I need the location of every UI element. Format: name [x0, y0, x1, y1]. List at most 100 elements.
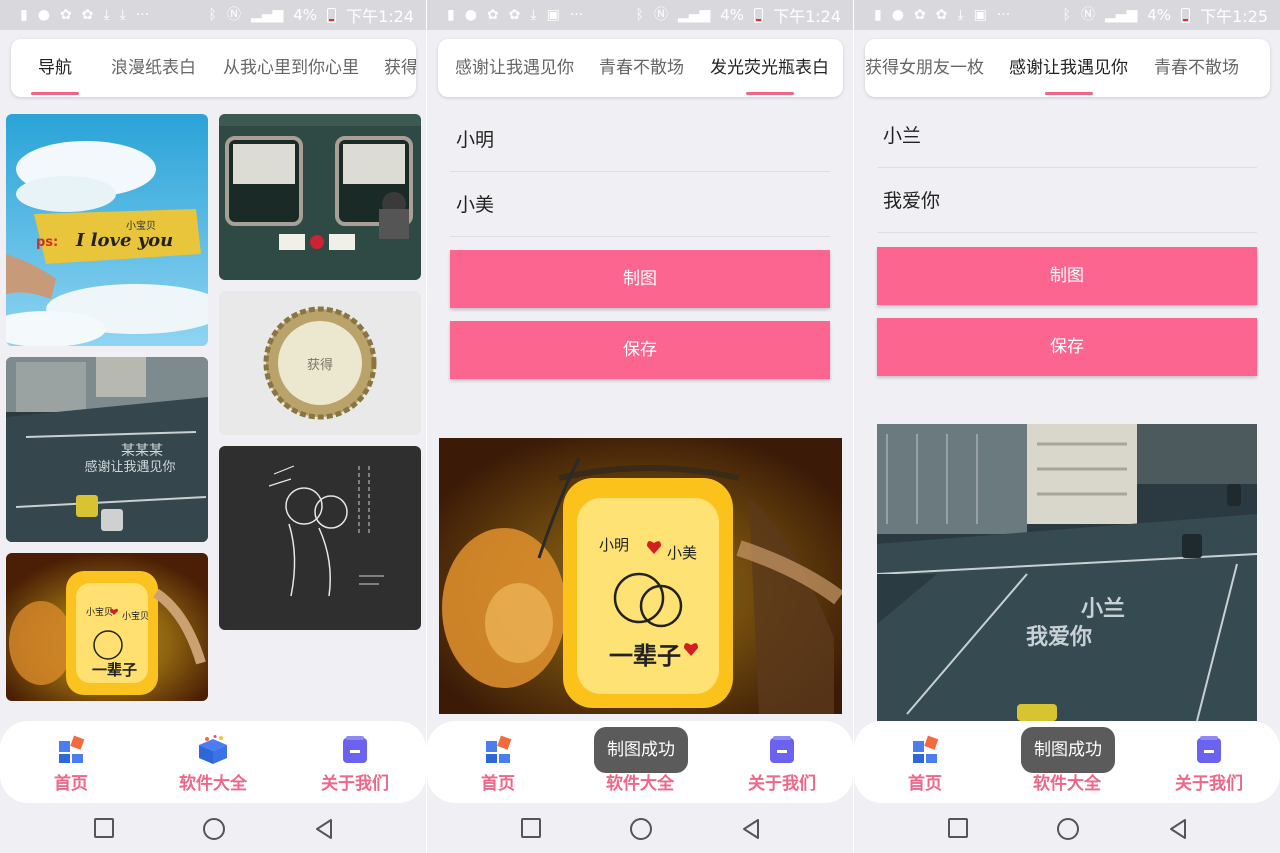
glow-jar-image[interactable]: 小宝贝 小宝贝 一辈子 [6, 553, 208, 701]
love-note-text: I love you [75, 230, 173, 251]
tab-indicator [1044, 92, 1093, 95]
bottle-cap-text: 获得 [307, 357, 333, 373]
tab-glow-jar[interactable]: 发光荧光瓶表白 [710, 39, 829, 97]
bluetooth-icon: ᛒ [208, 7, 217, 23]
back-icon[interactable] [313, 818, 335, 844]
nav-software[interactable]: 软件大全 [163, 735, 263, 794]
street-crossing-image[interactable]: 某某某 感谢让我遇见你 [6, 357, 208, 542]
app-icon: ✿ [935, 7, 948, 23]
back-icon[interactable] [1167, 818, 1189, 844]
toast-message: 制图成功 [1021, 727, 1115, 773]
name2-field[interactable]: 小美 [450, 173, 830, 237]
jar-name1-text: 小宝贝 [86, 606, 113, 618]
download-icon: ⤓ [957, 7, 964, 23]
system-icons: ᛒ Ⓝ ▂▄▆ 4% 下午1:24 [636, 3, 841, 27]
name-field[interactable]: 小兰 [877, 104, 1257, 168]
tab-label: 青春不散场 [1154, 58, 1239, 78]
preview-image: 小兰 我爱你 [877, 424, 1257, 721]
save-button[interactable]: 保存 [450, 321, 830, 379]
tab-label: 发光荧光瓶表白 [710, 58, 829, 78]
tab-get[interactable]: 获得 [384, 39, 416, 97]
image-icon: ▣ [546, 7, 560, 23]
preview-line2: 我爱你 [1026, 625, 1092, 650]
screen-glow-jar: ▮ ● ✿ ✿ ⤓ ▣ ··· ᛒ Ⓝ ▂▄▆ 4% 下午1:24 感谢让我遇见… [427, 0, 853, 853]
about-box-icon [343, 736, 367, 763]
battery-icon [1181, 7, 1191, 23]
recent-apps-icon[interactable] [948, 818, 968, 838]
signal-icon: ▂▄▆ [677, 7, 711, 23]
tab-youth-never-ends[interactable]: 青春不散场 [599, 39, 684, 97]
clock: 下午1:24 [346, 7, 414, 26]
preview-line1: 小兰 [1081, 596, 1125, 622]
notification-icons: ▮ ● ✿ ✿ ⤓ ▣ ··· [874, 8, 1010, 22]
download-icon: ⤓ [119, 7, 126, 23]
toast-message: 制图成功 [594, 727, 688, 773]
bottle-cap-image[interactable]: 获得 [219, 291, 421, 435]
chalkboard-couple-image[interactable] [219, 446, 421, 630]
love-note-sky-image[interactable]: ps: I love you 小宝贝 [6, 114, 208, 346]
name2-value: 小美 [456, 194, 495, 216]
battery-icon [327, 7, 337, 23]
nav-home[interactable]: 首页 [21, 735, 121, 794]
nav-home-label: 首页 [908, 774, 942, 794]
app-icon: ✿ [486, 7, 499, 23]
tab-bar: 感谢让我遇见你 青春不散场 发光荧光瓶表白 [438, 39, 843, 97]
tab-bar: 获得女朋友一枚 感谢让我遇见你 青春不散场 [865, 39, 1270, 97]
message-field[interactable]: 我爱你 [877, 169, 1257, 233]
alert-icon: ▮ [874, 7, 882, 23]
recent-apps-icon[interactable] [94, 818, 114, 838]
draw-button[interactable]: 制图 [450, 250, 830, 308]
name1-value: 小明 [456, 129, 495, 151]
nav-software-label: 软件大全 [179, 774, 247, 794]
nav-home[interactable]: 首页 [875, 735, 975, 794]
train-window-image[interactable] [219, 114, 421, 280]
alert-icon: ▮ [447, 7, 455, 23]
tab-get-girlfriend[interactable]: 获得女朋友一枚 [865, 39, 984, 97]
tab-bar: 导航 浪漫纸表白 从我心里到你心里 获得 [11, 39, 416, 97]
save-button[interactable]: 保存 [877, 318, 1257, 376]
street-name-text: 某某某 [121, 443, 163, 459]
system-nav-bar [0, 803, 426, 853]
notification-icons: ▮ ● ✿ ✿ ⤓ ⤓ ··· [20, 8, 149, 22]
home-circle-icon[interactable] [1057, 818, 1079, 840]
alert-icon: ▮ [20, 7, 28, 23]
love-note-prefix: ps: [36, 235, 58, 250]
preview-image: 小明 小美 一辈子 [439, 438, 842, 714]
tab-heart-to-heart[interactable]: 从我心里到你心里 [223, 39, 359, 97]
tab-youth-never-ends[interactable]: 青春不散场 [1154, 39, 1239, 97]
name1-field[interactable]: 小明 [450, 108, 830, 172]
recent-apps-icon[interactable] [521, 818, 541, 838]
jar-name2-text: 小宝贝 [122, 610, 149, 622]
home-grid-icon [913, 735, 939, 763]
preview-name2: 小美 [667, 544, 697, 562]
tab-thanks-meeting-you[interactable]: 感谢让我遇见你 [455, 39, 574, 97]
nav-home[interactable]: 首页 [448, 735, 548, 794]
tab-romantic-paper[interactable]: 浪漫纸表白 [111, 39, 196, 97]
system-nav-bar [854, 803, 1280, 853]
signal-icon: ▂▄▆ [250, 7, 284, 23]
nav-about-label: 关于我们 [1175, 774, 1243, 794]
app-icon: ✿ [508, 7, 521, 23]
nav-about[interactable]: 关于我们 [732, 735, 832, 794]
nav-about[interactable]: 关于我们 [305, 735, 405, 794]
home-circle-icon[interactable] [203, 818, 225, 840]
nav-about-label: 关于我们 [748, 774, 816, 794]
qq-icon: ● [464, 7, 477, 23]
tab-navigation[interactable]: 导航 [31, 39, 79, 97]
home-circle-icon[interactable] [630, 818, 652, 840]
preview-name1: 小明 [599, 536, 629, 554]
back-icon[interactable] [740, 818, 762, 844]
more-icon: ··· [135, 7, 150, 23]
tab-label: 青春不散场 [599, 58, 684, 78]
tab-label: 浪漫纸表白 [111, 58, 196, 78]
clock: 下午1:24 [773, 7, 841, 26]
nav-home-label: 首页 [54, 774, 88, 794]
love-note-name: 小宝贝 [126, 219, 156, 232]
download-icon: ⤓ [103, 7, 110, 23]
draw-button[interactable]: 制图 [877, 247, 1257, 305]
tab-label: 从我心里到你心里 [223, 58, 359, 78]
nav-about[interactable]: 关于我们 [1159, 735, 1259, 794]
system-icons: ᛒ Ⓝ ▂▄▆ 4% 下午1:25 [1063, 3, 1268, 27]
tab-thanks-meeting-you[interactable]: 感谢让我遇见你 [1009, 39, 1128, 97]
nfc-icon: Ⓝ [653, 7, 668, 23]
